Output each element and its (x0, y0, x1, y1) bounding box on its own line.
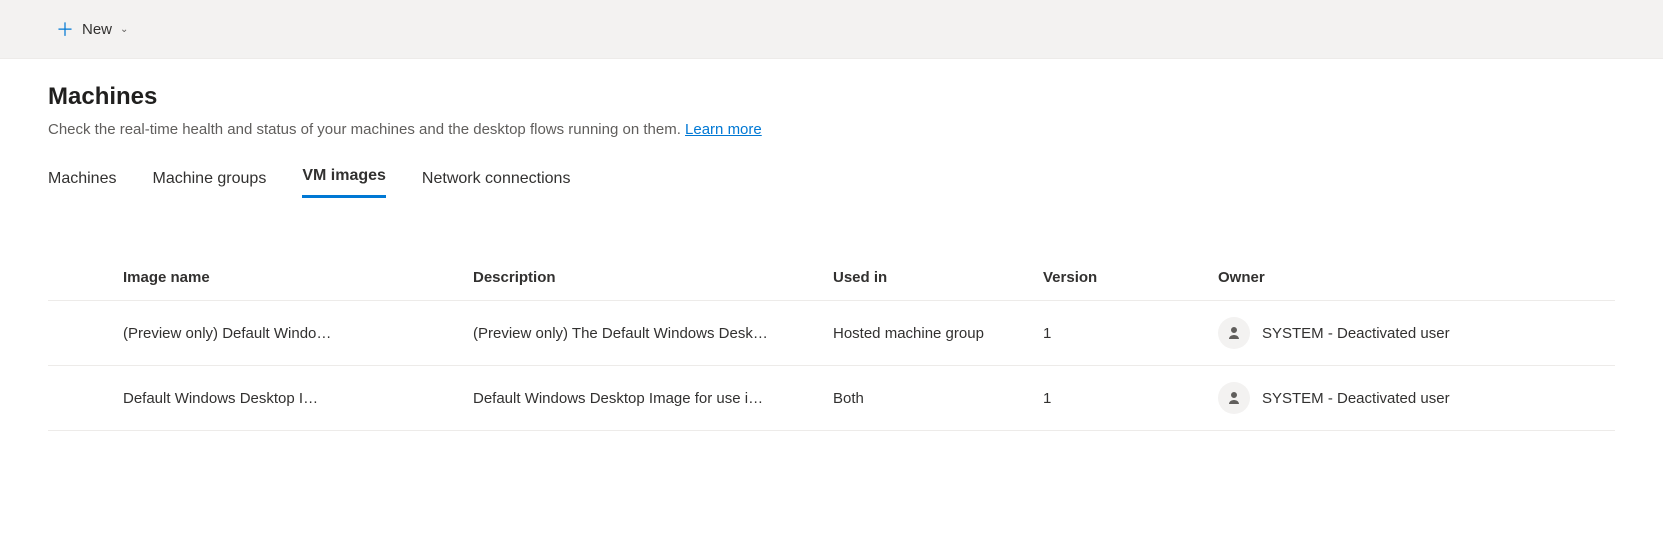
vm-images-table: Image name Description Used in Version O… (48, 257, 1615, 431)
cell-usedin: Both (833, 390, 1043, 407)
cell-usedin: Hosted machine group (833, 325, 1043, 342)
owner-name: SYSTEM - Deactivated user (1262, 390, 1450, 407)
cell-description: (Preview only) The Default Windows Desk… (473, 325, 833, 342)
owner-avatar-icon (1218, 317, 1250, 349)
col-header-usedin[interactable]: Used in (833, 269, 1043, 286)
page-description: Check the real-time health and status of… (48, 121, 1615, 138)
content-area: Machines Check the real-time health and … (0, 59, 1663, 431)
table-row[interactable]: Default Windows Desktop I… Default Windo… (48, 366, 1615, 431)
chevron-down-icon: ⌄ (120, 24, 128, 35)
table-header: Image name Description Used in Version O… (48, 257, 1615, 301)
cell-owner: SYSTEM - Deactivated user (1218, 317, 1615, 349)
learn-more-link[interactable]: Learn more (685, 121, 762, 138)
col-header-description[interactable]: Description (473, 269, 833, 286)
tab-network-connections[interactable]: Network connections (422, 166, 571, 201)
owner-name: SYSTEM - Deactivated user (1262, 325, 1450, 342)
new-button[interactable]: ＋ New ⌄ (48, 10, 136, 48)
cell-version: 1 (1043, 390, 1218, 407)
tab-machine-groups[interactable]: Machine groups (152, 166, 266, 201)
tab-machines[interactable]: Machines (48, 166, 116, 201)
cell-owner: SYSTEM - Deactivated user (1218, 382, 1615, 414)
owner-avatar-icon (1218, 382, 1250, 414)
toolbar: ＋ New ⌄ (0, 0, 1663, 59)
page-title: Machines (48, 83, 1615, 111)
new-button-label: New (82, 21, 112, 38)
col-header-version[interactable]: Version (1043, 269, 1218, 286)
page-description-text: Check the real-time health and status of… (48, 121, 685, 138)
tabs: Machines Machine groups VM images Networ… (48, 166, 1615, 201)
col-header-spacer (88, 269, 123, 286)
col-header-checkbox (48, 269, 88, 286)
plus-icon: ＋ (56, 16, 74, 42)
tab-vm-images[interactable]: VM images (302, 163, 386, 198)
cell-description: Default Windows Desktop Image for use i… (473, 390, 833, 407)
col-header-owner[interactable]: Owner (1218, 269, 1615, 286)
cell-name[interactable]: (Preview only) Default Windo… (123, 325, 473, 342)
table-row[interactable]: (Preview only) Default Windo… (Preview o… (48, 301, 1615, 366)
cell-version: 1 (1043, 325, 1218, 342)
col-header-name[interactable]: Image name (123, 269, 473, 286)
cell-name[interactable]: Default Windows Desktop I… (123, 390, 473, 407)
